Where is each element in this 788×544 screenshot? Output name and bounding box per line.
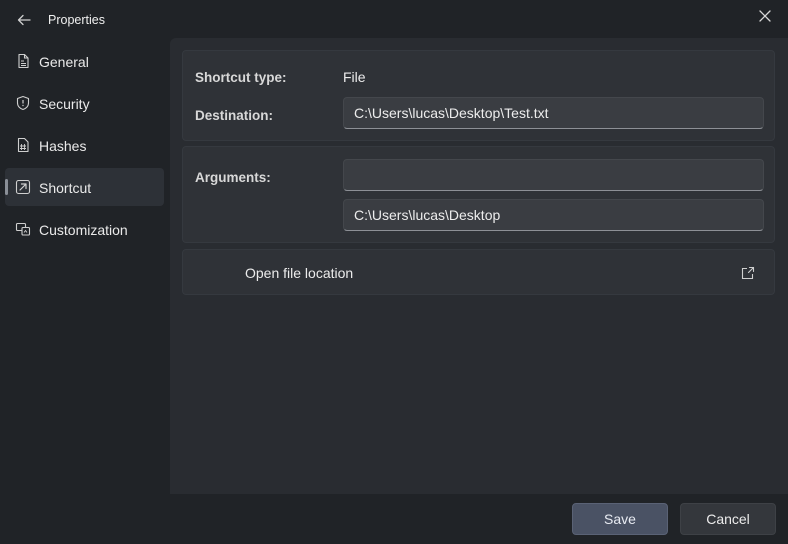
sidebar-item-label: Customization	[39, 222, 128, 238]
sidebar-item-customization[interactable]: Customization	[5, 210, 164, 248]
sidebar-item-general[interactable]: General	[5, 42, 164, 80]
sidebar-item-label: General	[39, 54, 89, 70]
sidebar-item-hashes[interactable]: Hashes	[5, 126, 164, 164]
shortcut-type-value: File	[343, 69, 366, 85]
shortcut-type-label: Shortcut type:	[195, 70, 287, 85]
title-bar: Properties	[0, 0, 788, 40]
arguments-card: Arguments: C:\Users\lucas\Desktop	[182, 146, 775, 243]
document-icon	[18, 53, 29, 69]
sidebar-item-security[interactable]: Security	[5, 84, 164, 122]
destination-field[interactable]: C:\Users\lucas\Desktop\Test.txt	[343, 97, 764, 129]
save-button[interactable]: Save	[572, 503, 668, 535]
shortcut-page: Shortcut type: File Destination: C:\User…	[170, 38, 788, 544]
back-arrow-icon	[17, 14, 31, 26]
close-button[interactable]	[752, 4, 778, 28]
dialog-footer: Save Cancel	[170, 494, 788, 544]
arguments-field[interactable]	[343, 159, 764, 191]
sidebar-item-label: Hashes	[39, 138, 87, 154]
open-external-icon	[741, 266, 755, 280]
destination-label: Destination:	[195, 108, 274, 123]
back-button[interactable]	[12, 8, 36, 32]
shortcut-info-card: Shortcut type: File Destination: C:\User…	[182, 50, 775, 141]
open-file-location-label: Open file location	[245, 265, 354, 281]
window-title: Properties	[48, 13, 105, 27]
customize-icon	[15, 222, 31, 236]
selection-indicator	[5, 179, 8, 195]
sidebar-nav: General Security Hashes Shortcut Customi…	[0, 40, 170, 544]
working-directory-field[interactable]: C:\Users\lucas\Desktop	[343, 199, 764, 231]
open-file-location-button[interactable]: Open file location	[182, 249, 775, 295]
arguments-label: Arguments:	[195, 170, 271, 185]
cancel-button[interactable]: Cancel	[680, 503, 776, 535]
shortcut-arrow-icon	[15, 179, 31, 195]
sidebar-item-shortcut[interactable]: Shortcut	[5, 168, 164, 206]
sidebar-item-label: Shortcut	[39, 180, 92, 196]
close-icon	[759, 10, 771, 22]
hash-icon	[17, 137, 29, 153]
destination-value: C:\Users\lucas\Desktop\Test.txt	[354, 105, 549, 121]
shield-icon	[16, 95, 30, 111]
working-directory-value: C:\Users\lucas\Desktop	[354, 207, 501, 223]
sidebar-item-label: Security	[39, 96, 90, 112]
